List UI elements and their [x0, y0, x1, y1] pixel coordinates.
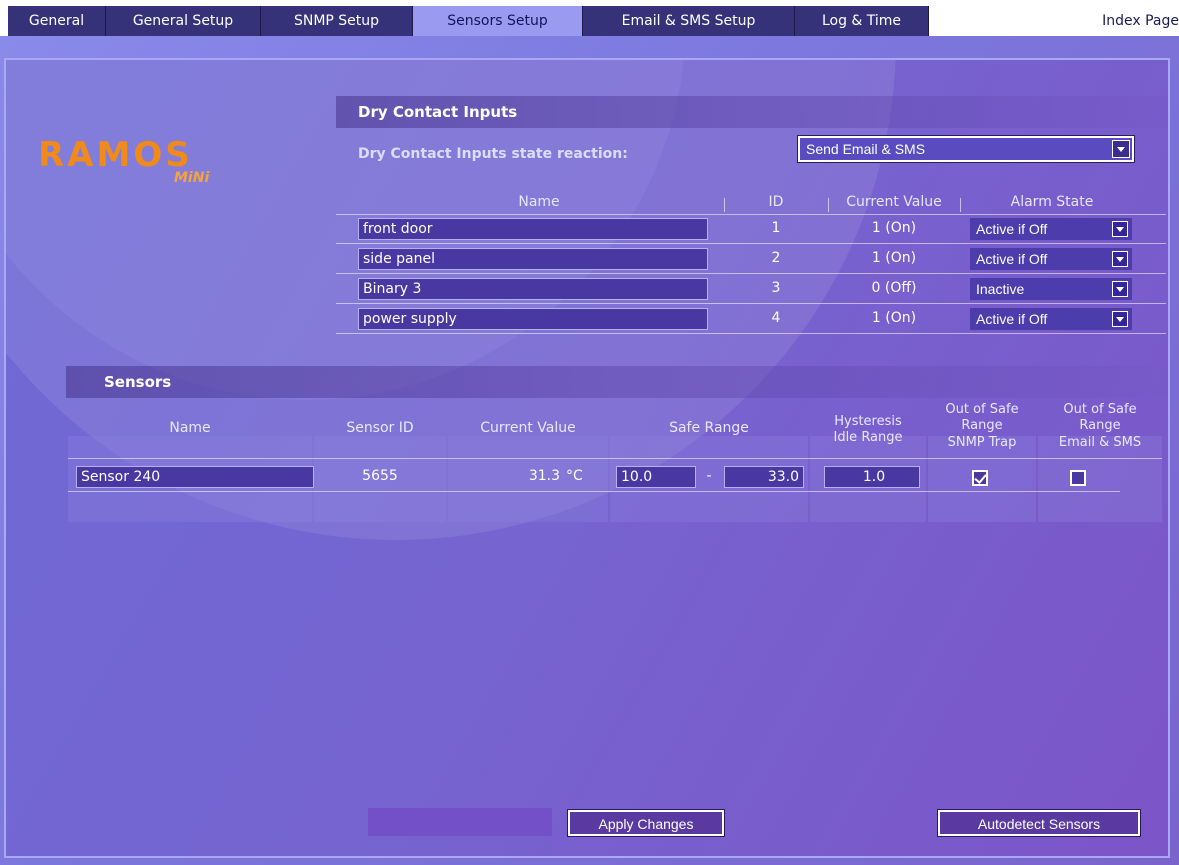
safe-range-max-input[interactable]: 33.0	[724, 466, 804, 488]
dc-header-divider	[724, 198, 725, 212]
sensors-header-rule	[68, 458, 1162, 459]
sensors-header-snmp-line1: Out of Safe	[945, 402, 1019, 417]
sensors-header-snmp-line2: Range	[961, 418, 1003, 433]
sensor-unit: °C	[566, 468, 583, 484]
dc-alarm-state-value: Inactive	[976, 281, 1025, 297]
email-sms-checkbox[interactable]	[1070, 470, 1086, 486]
apply-changes-button[interactable]: Apply Changes	[567, 809, 725, 837]
safe-range-separator: -	[706, 468, 712, 484]
chevron-down-icon[interactable]	[1112, 221, 1128, 237]
tab-snmp-setup[interactable]: SNMP Setup	[261, 6, 413, 36]
sensor-name-input[interactable]: Sensor 240	[76, 466, 314, 488]
dc-current-value: 1 (On)	[871, 250, 917, 266]
dc-id: 3	[771, 280, 781, 296]
dc-id: 1	[771, 220, 781, 236]
content-panel: RAMOS MiNi Dry Contact Inputs Dry Contac…	[4, 58, 1170, 858]
index-page-link[interactable]: Index Page	[1102, 6, 1179, 36]
chevron-down-icon[interactable]	[1112, 311, 1128, 327]
dc-id: 4	[771, 310, 781, 326]
dc-name-input[interactable]: power supply	[358, 308, 708, 330]
sensors-header-sensor-id: Sensor ID	[346, 420, 414, 436]
logo-text: RAMOS	[38, 135, 193, 175]
dc-header-id: ID	[768, 194, 784, 210]
tab-general-setup[interactable]: General Setup	[106, 6, 261, 36]
dc-alarm-state-select[interactable]: Active if Off	[970, 218, 1132, 240]
dc-alarm-state-select[interactable]: Active if Off	[970, 308, 1132, 330]
dc-header-divider	[828, 198, 829, 212]
row-rule	[336, 273, 1166, 274]
sensors-header-email-line2: Range	[1079, 418, 1121, 433]
dc-name-input[interactable]: side panel	[358, 248, 708, 270]
sensors-header-current-value: Current Value	[480, 420, 576, 436]
dc-name-input[interactable]: front door	[358, 218, 708, 240]
tab-log-time[interactable]: Log & Time	[795, 6, 929, 36]
safe-range-min-input[interactable]: 10.0	[616, 466, 696, 488]
dc-header-name: Name	[518, 194, 560, 210]
sensor-id: 5655	[362, 468, 398, 484]
row-rule	[336, 303, 1166, 304]
chevron-down-icon[interactable]	[1112, 281, 1128, 297]
tab-sensors-setup[interactable]: Sensors Setup	[413, 6, 583, 36]
dc-header-divider	[960, 198, 961, 212]
dc-name-input[interactable]: Binary 3	[358, 278, 708, 300]
sensors-header-name: Name	[169, 420, 211, 436]
sensors-section-title: Sensors	[66, 366, 1168, 398]
ramos-logo: RAMOS MiNi	[38, 135, 209, 186]
dc-header-alarm-state: Alarm State	[1010, 194, 1094, 210]
status-indicator	[368, 808, 552, 836]
sensor-current-value: 31.3	[528, 468, 560, 484]
dc-alarm-state-select[interactable]: Active if Off	[970, 248, 1132, 270]
autodetect-sensors-button[interactable]: Autodetect Sensors	[937, 809, 1141, 837]
logo-subtext: MiNi	[174, 170, 210, 186]
hysteresis-input[interactable]: 1.0	[824, 466, 920, 488]
tab-email-sms-setup[interactable]: Email & SMS Setup	[583, 6, 795, 36]
sensors-header-email-line1: Out of Safe	[1063, 402, 1137, 417]
dc-alarm-state-value: Active if Off	[976, 311, 1048, 327]
chevron-down-icon[interactable]	[1112, 140, 1130, 158]
dc-alarm-state-value: Active if Off	[976, 221, 1048, 237]
dc-current-value: 1 (On)	[871, 220, 917, 236]
row-rule	[336, 333, 1166, 334]
row-rule	[336, 243, 1166, 244]
tab-general[interactable]: General	[8, 6, 106, 36]
dc-header-current-value: Current Value	[846, 194, 942, 210]
reaction-select[interactable]: Send Email & SMS	[797, 135, 1135, 163]
dc-current-value: 1 (On)	[871, 310, 917, 326]
sensors-header-idle-range: Idle Range	[833, 430, 903, 445]
main-frame: RAMOS MiNi Dry Contact Inputs Dry Contac…	[0, 36, 1179, 865]
dc-alarm-state-select[interactable]: Inactive	[970, 278, 1132, 300]
sensors-header-snmp-line3: SNMP Trap	[947, 435, 1017, 450]
dc-current-value: 0 (Off)	[871, 280, 917, 296]
sensors-header-email-line3: Email & SMS	[1058, 435, 1142, 450]
snmp-trap-checkbox[interactable]	[972, 470, 988, 486]
sensors-header-hysteresis: Hysteresis	[834, 414, 902, 429]
dc-alarm-state-value: Active if Off	[976, 251, 1048, 267]
row-rule	[68, 491, 1120, 492]
reaction-label: Dry Contact Inputs state reaction:	[358, 146, 628, 162]
sensors-header-safe-range: Safe Range	[669, 420, 749, 436]
reaction-select-value: Send Email & SMS	[806, 141, 926, 157]
dc-id: 2	[771, 250, 781, 266]
dc-header-rule	[336, 214, 1166, 215]
chevron-down-icon[interactable]	[1112, 251, 1128, 267]
dry-contact-section-title: Dry Contact Inputs	[336, 96, 1168, 128]
